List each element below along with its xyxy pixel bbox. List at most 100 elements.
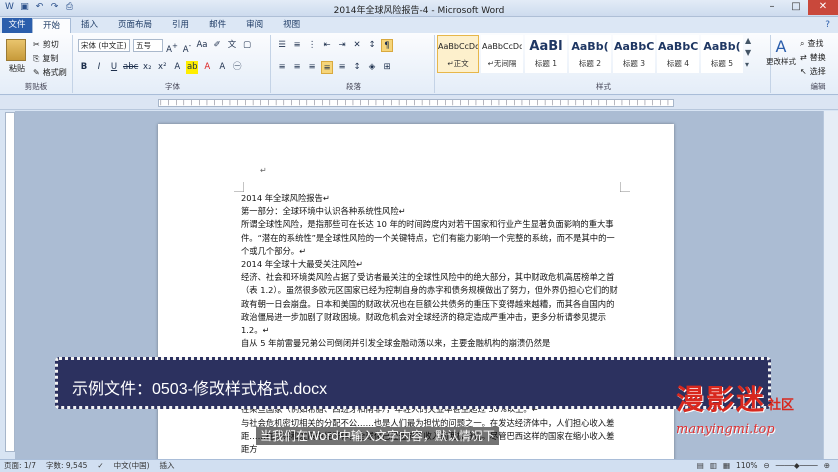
editing-group-label: 编辑 [810,82,826,91]
paste-icon [6,39,26,61]
title-bar: W ▣ ↶ ↷ ⎙ 2014年全球风险报告-4 - Microsoft Word… [0,0,838,17]
style-heading-5[interactable]: AaBb(标题 5 [701,35,743,73]
replace-button[interactable]: ⇄ 替换 [800,52,826,63]
copy-button[interactable]: ⎘ 复制 [33,53,58,64]
zoom-level[interactable]: 110% [736,460,757,472]
change-case-icon[interactable]: Aa [196,39,208,52]
page-indicator[interactable]: 页面: 1/7 [4,460,36,472]
doc-paragraph: 所谓全球性风险，是指那些可在长达 10 年的时间跨度内对若干国家和行业产生显著负… [241,219,615,256]
tab-review[interactable]: 审阅 [236,18,273,33]
shrink-font-icon[interactable]: A- [181,39,193,55]
copy-icon: ⎘ [33,53,40,63]
increase-indent-icon[interactable]: ⇥ [336,39,348,52]
maximize-icon[interactable]: □ [784,0,808,15]
word-count[interactable]: 字数: 9,545 [46,460,87,472]
bullets-icon[interactable]: ☰ [276,39,288,52]
view-print-layout-icon[interactable]: ▤ [697,460,704,472]
borders-icon[interactable]: ⊞ [381,61,393,74]
crop-mark-tl [234,182,244,192]
char-border-icon[interactable]: ▢ [241,39,253,52]
zoom-out-icon[interactable]: ⊖ [764,460,770,472]
paste-button[interactable]: 粘贴 [6,39,28,74]
subscript-icon[interactable]: x₂ [141,61,153,74]
strikethrough-icon[interactable]: abc [123,61,138,74]
clear-format-icon[interactable]: ✐ [211,39,223,52]
vertical-ruler[interactable] [5,112,15,452]
doc-paragraph: 2014 年全球十大最受关注风险↵ [241,259,363,270]
document-body[interactable]: 2014 年全球风险报告↵ 第一部分：全球环境中认识各种系统性风险↵ 所谓全球性… [241,192,621,456]
show-marks-icon[interactable]: ¶ [381,39,393,52]
tab-references[interactable]: 引用 [162,18,199,33]
help-icon[interactable]: ? [825,18,830,33]
distributed-icon[interactable]: ≡ [336,61,348,74]
italic-icon[interactable]: I [93,61,105,74]
style-normal[interactable]: AaBbCcDd ↵正文 [437,35,479,73]
insert-mode[interactable]: 插入 [160,460,175,472]
format-painter-button[interactable]: ✎ 格式刷 [33,67,67,78]
shading-icon[interactable]: ◈ [366,61,378,74]
phonetic-guide-icon[interactable]: 文 [226,39,238,52]
zoom-slider[interactable]: ────◆──── [776,460,818,472]
decrease-indent-icon[interactable]: ⇤ [321,39,333,52]
change-styles-button[interactable]: A 更改样式 [766,37,796,67]
align-right-icon[interactable]: ≡ [306,61,318,74]
select-button[interactable]: ↖ 选择 [800,66,826,77]
cut-button[interactable]: ✂ 剪切 [33,39,59,50]
tab-page-layout[interactable]: 页面布局 [108,18,162,33]
editing-group: ⌕ 查找 ⇄ 替换 ↖ 选择 编辑 [798,35,838,93]
font-size-select[interactable]: 五号 [133,39,163,52]
ribbon-tabs: 文件 开始 插入 页面布局 引用 邮件 审阅 视图 ? [0,17,838,33]
tab-mailings[interactable]: 邮件 [199,18,236,33]
tab-home[interactable]: 开始 [32,18,72,33]
style-heading-3[interactable]: AaBbC 标题 3 [613,35,655,73]
highlight-icon[interactable]: ab [186,61,199,74]
paragraph-group-label: 段落 [346,82,361,91]
chinese-layout-icon[interactable]: ✕ [351,39,363,52]
multilevel-list-icon[interactable]: ⋮ [306,39,318,52]
align-left-icon[interactable]: ≡ [276,61,288,74]
style-no-spacing[interactable]: AaBbCcDd ↵无间隔 [481,35,523,73]
doc-paragraph: 经济、社会和环境类风险占据了受访者最关注的全球性风险中的绝大部分，其中财政危机高… [241,272,618,336]
underline-icon[interactable]: U [108,61,120,74]
font-color-icon[interactable]: A [201,61,213,74]
minimize-icon[interactable]: – [760,0,784,15]
clipboard-group-label: 剪贴板 [24,82,48,91]
tab-file[interactable]: 文件 [2,18,32,33]
grow-font-icon[interactable]: A+ [166,39,178,55]
font-family-select[interactable]: 宋体 (中文正) [78,39,130,52]
status-bar: 页面: 1/7 字数: 9,545 ✓ 中文(中国) 插入 ▤ ▥ ▦ 110%… [0,459,838,472]
justify-icon[interactable]: ≡ [321,61,333,74]
numbering-icon[interactable]: ≡ [291,39,303,52]
ruler-ticks: ||||||||||||||||||||||||||||||||||||||||… [160,100,670,106]
replace-icon: ⇄ [800,53,807,62]
video-subtitle: 当我们在Word中输入文字内容，默认情况下 [256,427,499,445]
sort-icon[interactable]: ↕ [366,39,378,52]
clipboard-group: 粘贴 ✂ 剪切 ⎘ 复制 ✎ 格式刷 剪贴板 [0,35,73,93]
watermark-name: 漫影迷 [676,383,767,416]
char-shading-icon[interactable]: A [216,61,228,74]
style-heading-4[interactable]: AaBbC 标题 4 [657,35,699,73]
close-icon[interactable]: ✕ [808,0,838,15]
tab-insert[interactable]: 插入 [71,18,108,33]
style-heading-2[interactable]: AaBb(标题 2 [569,35,611,73]
styles-group-label: 样式 [596,82,611,91]
gallery-scroll-icon[interactable]: ▲ ▼ ▾ [745,35,755,80]
superscript-icon[interactable]: x² [156,61,168,74]
bold-icon[interactable]: B [78,61,90,74]
language-indicator[interactable]: 中文(中国) [114,460,150,472]
document-page[interactable]: ↵ 2014 年全球风险报告↵ 第一部分：全球环境中认识各种系统性风险↵ 所谓全… [158,124,674,464]
text-effects-icon[interactable]: A [171,61,183,74]
line-spacing-icon[interactable]: ↕ [351,61,363,74]
proofing-icon[interactable]: ✓ [97,460,103,472]
view-full-screen-icon[interactable]: ▥ [710,460,717,472]
view-web-icon[interactable]: ▦ [723,460,730,472]
find-button[interactable]: ⌕ 查找 [800,38,823,49]
horizontal-ruler[interactable]: ||||||||||||||||||||||||||||||||||||||||… [0,96,838,110]
align-center-icon[interactable]: ≡ [291,61,303,74]
enclose-char-icon[interactable]: ㊀ [231,61,243,74]
style-heading-1[interactable]: AaBl 标题 1 [525,35,567,73]
tab-view[interactable]: 视图 [273,18,310,33]
zoom-in-icon[interactable]: ⊕ [824,460,830,472]
watermark-url: manyingmi.top [676,422,775,437]
ribbon: 粘贴 ✂ 剪切 ⎘ 复制 ✎ 格式刷 剪贴板 宋体 (中文正) 五号 A+ A- Aa… [0,33,838,95]
